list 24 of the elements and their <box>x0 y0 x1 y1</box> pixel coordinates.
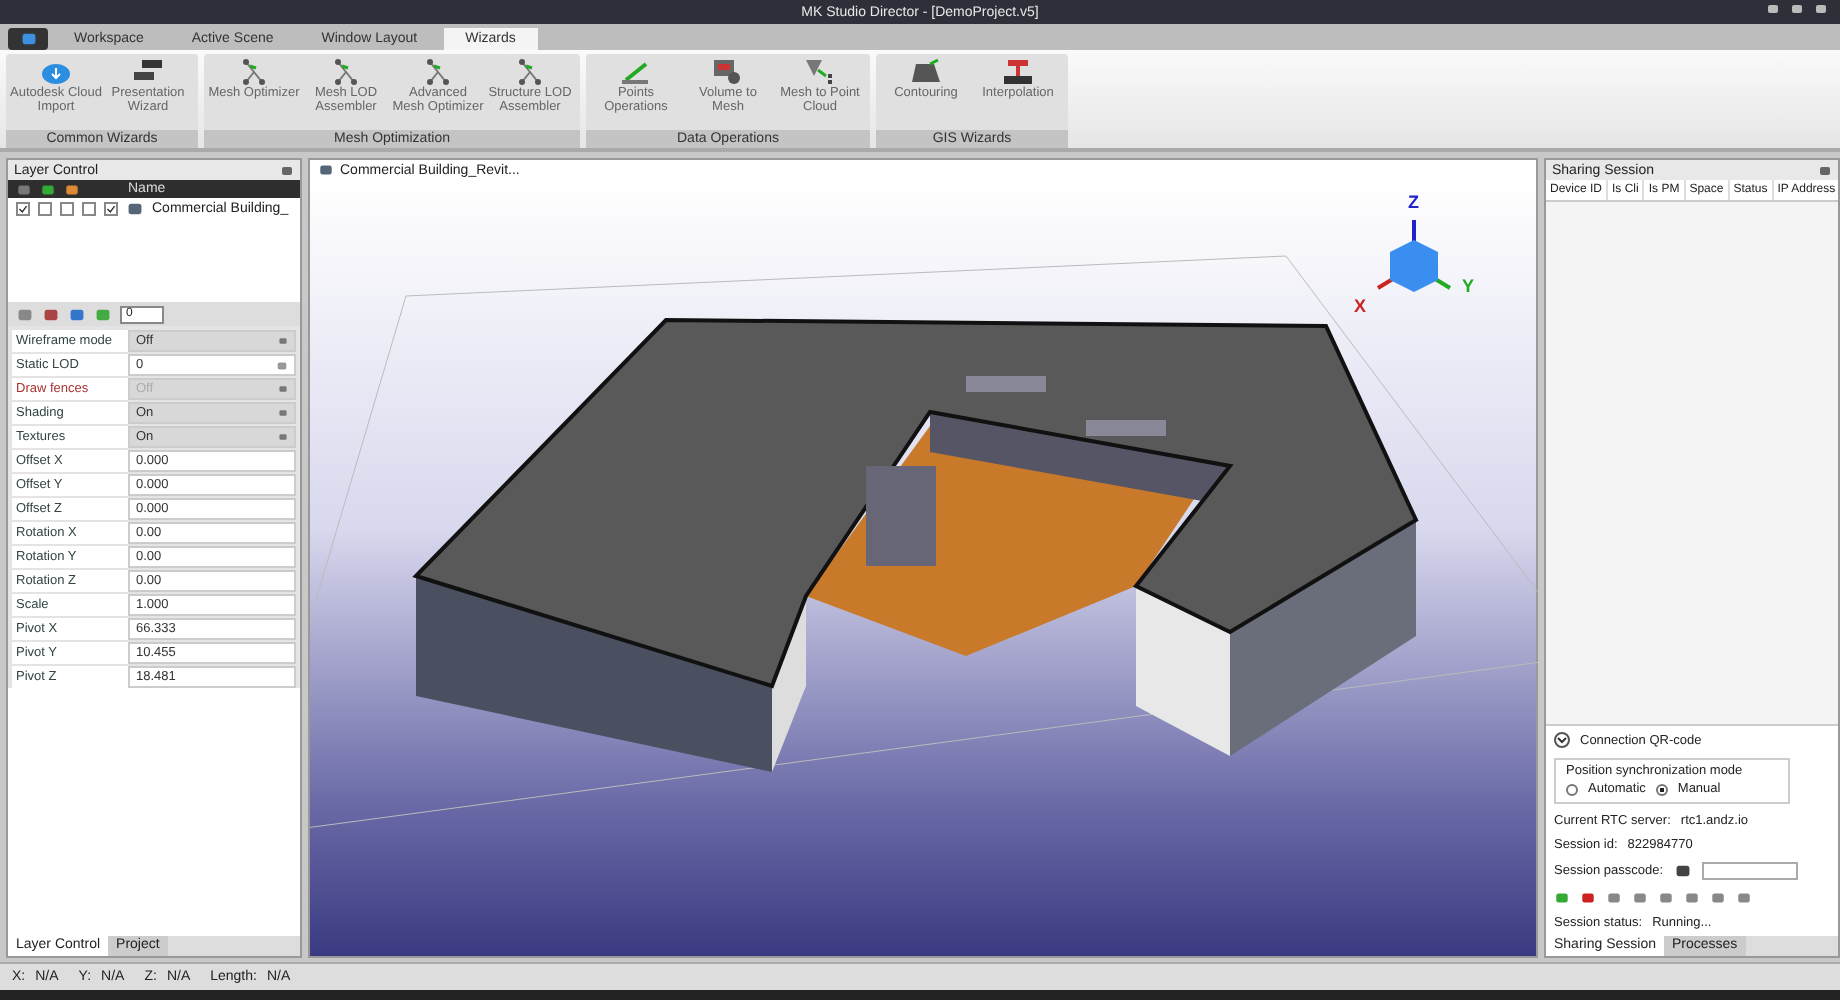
checkbox[interactable] <box>16 202 30 216</box>
layers-icon <box>132 58 164 86</box>
node-tree-icon <box>238 58 270 86</box>
interpolation-icon <box>1002 58 1034 86</box>
checkbox[interactable] <box>104 202 118 216</box>
points-icon <box>620 58 652 86</box>
node-tree-icon <box>514 58 546 86</box>
app-menu-button[interactable] <box>8 28 48 50</box>
checkbox[interactable] <box>82 202 96 216</box>
radio-button[interactable] <box>1566 783 1578 795</box>
mesh-points-icon <box>804 58 836 86</box>
cloud-icon <box>40 58 72 86</box>
axis-label: Z <box>1408 192 1419 212</box>
node-tree-icon <box>422 58 454 86</box>
checkbox[interactable] <box>38 202 52 216</box>
terrain-icon <box>910 58 942 86</box>
volume-mesh-icon <box>712 58 744 86</box>
checkbox[interactable] <box>60 202 74 216</box>
radio-button[interactable] <box>1655 783 1668 795</box>
node-tree-icon <box>330 58 362 86</box>
expand-icon[interactable] <box>1554 732 1570 748</box>
passcode-field[interactable] <box>1701 862 1798 880</box>
axis-label: X <box>1354 296 1367 316</box>
axis-label: Y <box>1462 276 1475 296</box>
